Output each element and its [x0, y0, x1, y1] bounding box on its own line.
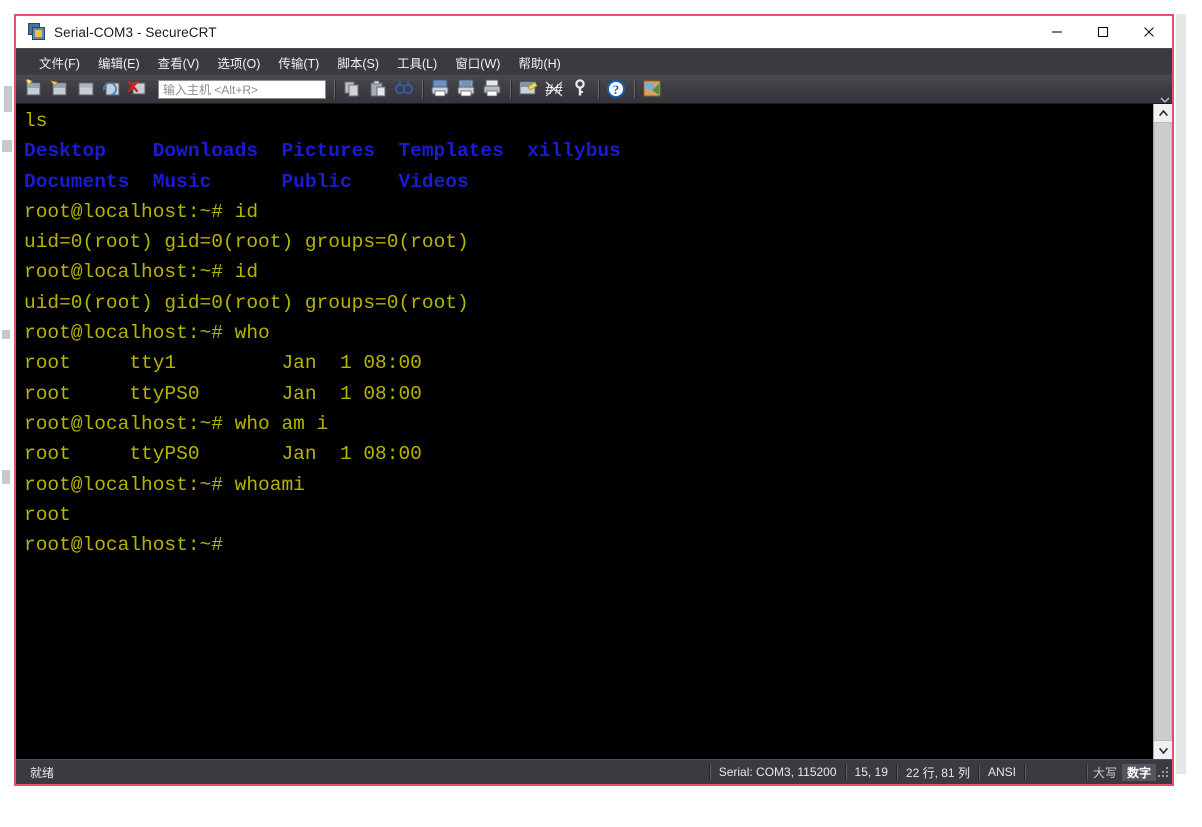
- maximize-icon[interactable]: [1080, 16, 1126, 48]
- scrollbar-track[interactable]: [1154, 122, 1172, 741]
- background-artifact: [2, 470, 10, 484]
- terminal-scrollbar[interactable]: [1153, 104, 1172, 759]
- terminal-line: root@localhost:~# id: [24, 197, 1153, 227]
- toolbar-separator: [598, 80, 600, 98]
- find-icon[interactable]: [393, 78, 417, 100]
- terminal-text: ls: [24, 110, 48, 132]
- terminal-line: root tty1 Jan 1 08:00: [24, 348, 1153, 378]
- toolbar-overflow-icon[interactable]: [1160, 92, 1170, 103]
- terminal-line: root@localhost:~# id: [24, 257, 1153, 287]
- terminal-line: root ttyPS0 Jan 1 08:00: [24, 439, 1153, 469]
- status-serial: Serial: COM3, 115200: [718, 765, 837, 779]
- menu-file[interactable]: 文件(F): [30, 50, 89, 75]
- terminal-line: root@localhost:~# who am i: [24, 409, 1153, 439]
- terminal-text: uid=0(root) gid=0(root) groups=0(root): [24, 231, 469, 254]
- window-controls: [1034, 16, 1172, 48]
- toolbar-separator: [510, 80, 512, 98]
- connect-icon[interactable]: [49, 78, 73, 100]
- transfer-window-icon[interactable]: [641, 78, 665, 100]
- window-title: Serial-COM3 - SecureCRT: [54, 24, 217, 40]
- menu-options[interactable]: 选项(O): [208, 50, 269, 75]
- terminal-text: root@localhost:~#: [24, 534, 223, 557]
- terminal-text: Desktop Downloads Pictures Templates xil…: [24, 140, 621, 163]
- terminal-output[interactable]: ls Desktop Downloads Pictures Templates x…: [16, 104, 1153, 759]
- menu-window[interactable]: 窗口(W): [446, 50, 509, 75]
- menu-edit[interactable]: 编辑(E): [89, 50, 149, 75]
- host-input[interactable]: 输入主机 <Alt+R>: [158, 79, 326, 99]
- terminal-text: uid=0(root) gid=0(root) groups=0(root): [24, 291, 469, 314]
- menu-script[interactable]: 脚本(S): [328, 50, 388, 75]
- status-cursor-position: 15, 19: [854, 765, 888, 779]
- scroll-down-icon[interactable]: [1154, 741, 1172, 759]
- minimize-icon[interactable]: [1034, 16, 1080, 48]
- terminal-line: root ttyPS0 Jan 1 08:00: [24, 379, 1153, 409]
- terminal-line: uid=0(root) gid=0(root) groups=0(root): [24, 288, 1153, 318]
- menu-view[interactable]: 查看(V): [149, 50, 209, 75]
- terminal-text: root@localhost:~# id: [24, 261, 259, 284]
- menu-bar: 文件(F) 编辑(E) 查看(V) 选项(O) 传输(T) 脚本(S) 工具(L…: [16, 48, 1172, 75]
- printer-icon[interactable]: [481, 78, 505, 100]
- terminal-text: root@localhost:~# id: [24, 200, 259, 223]
- status-ready: 就绪: [30, 765, 55, 780]
- print-selection-icon[interactable]: [455, 78, 479, 100]
- status-divider: [1023, 764, 1026, 780]
- status-screen-size: 22 行, 81 列: [905, 765, 970, 780]
- terminal-text: Documents Music Public Videos: [24, 170, 469, 193]
- terminal-text: root ttyPS0 Jan 1 08:00: [24, 443, 422, 466]
- status-num-lock: 数字: [1121, 763, 1156, 781]
- host-input-placeholder: 输入主机 <Alt+R>: [163, 82, 259, 97]
- key-icon[interactable]: [569, 78, 593, 100]
- terminal-line: root@localhost:~# who: [24, 318, 1153, 348]
- scroll-up-icon[interactable]: [1154, 104, 1172, 122]
- background-artifact: [1176, 14, 1186, 774]
- background-artifact: [2, 140, 12, 152]
- status-emulation: ANSI: [987, 765, 1016, 779]
- copy-icon[interactable]: [341, 78, 365, 100]
- svg-text:##: ##: [545, 82, 563, 99]
- status-bar: 就绪 Serial: COM3, 115200 15, 19 22 行, 81 …: [16, 759, 1172, 784]
- connect-local-shell-icon[interactable]: [75, 78, 99, 100]
- disconnect-icon[interactable]: [127, 78, 151, 100]
- title-bar[interactable]: Serial-COM3 - SecureCRT: [16, 16, 1172, 48]
- toolbar-separator: [634, 80, 636, 98]
- toolbar-separator: [334, 80, 336, 98]
- terminal-text: root tty1 Jan 1 08:00: [24, 352, 422, 375]
- session-options-icon[interactable]: [517, 78, 541, 100]
- print-icon[interactable]: [429, 78, 453, 100]
- terminal-area: ls Desktop Downloads Pictures Templates x…: [16, 103, 1172, 759]
- securecrt-window: Serial-COM3 - SecureCRT 文件(F) 编辑(E) 查看(V…: [14, 14, 1174, 786]
- terminal-text: root@localhost:~# who am i: [24, 412, 329, 435]
- securecrt-app-icon: [28, 23, 46, 41]
- terminal-text: root ttyPS0 Jan 1 08:00: [24, 382, 422, 405]
- menu-tools[interactable]: 工具(L): [388, 50, 446, 75]
- terminal-line: root: [24, 500, 1153, 530]
- reconnect-icon[interactable]: [101, 78, 125, 100]
- terminal-text: root: [24, 503, 71, 526]
- status-caps-lock: 大写: [1092, 765, 1117, 780]
- terminal-line: ls: [24, 106, 1153, 136]
- menu-help[interactable]: 帮助(H): [509, 50, 569, 75]
- toolbar-separator: [422, 80, 424, 98]
- toolbar: 输入主机 <Alt+R> ## ?: [16, 75, 1172, 103]
- close-icon[interactable]: [1126, 16, 1172, 48]
- terminal-line: Desktop Downloads Pictures Templates xil…: [24, 136, 1153, 166]
- background-artifact: [4, 86, 12, 112]
- svg-text:?: ?: [613, 82, 620, 97]
- new-session-icon[interactable]: [23, 78, 47, 100]
- help-icon[interactable]: ?: [605, 78, 629, 100]
- terminal-line: root@localhost:~# whoami: [24, 470, 1153, 500]
- terminal-line: uid=0(root) gid=0(root) groups=0(root): [24, 227, 1153, 257]
- terminal-text: root@localhost:~# whoami: [24, 473, 305, 496]
- chat-window-icon[interactable]: ##: [543, 78, 567, 100]
- resize-grip-icon[interactable]: [1156, 765, 1170, 779]
- terminal-line: Documents Music Public Videos: [24, 167, 1153, 197]
- background-artifact: [2, 330, 10, 339]
- terminal-text: root@localhost:~# who: [24, 322, 270, 345]
- menu-transfer[interactable]: 传输(T): [269, 50, 328, 75]
- paste-icon[interactable]: [367, 78, 391, 100]
- scrollbar-thumb[interactable]: [1154, 122, 1172, 741]
- terminal-line: root@localhost:~#: [24, 530, 1153, 560]
